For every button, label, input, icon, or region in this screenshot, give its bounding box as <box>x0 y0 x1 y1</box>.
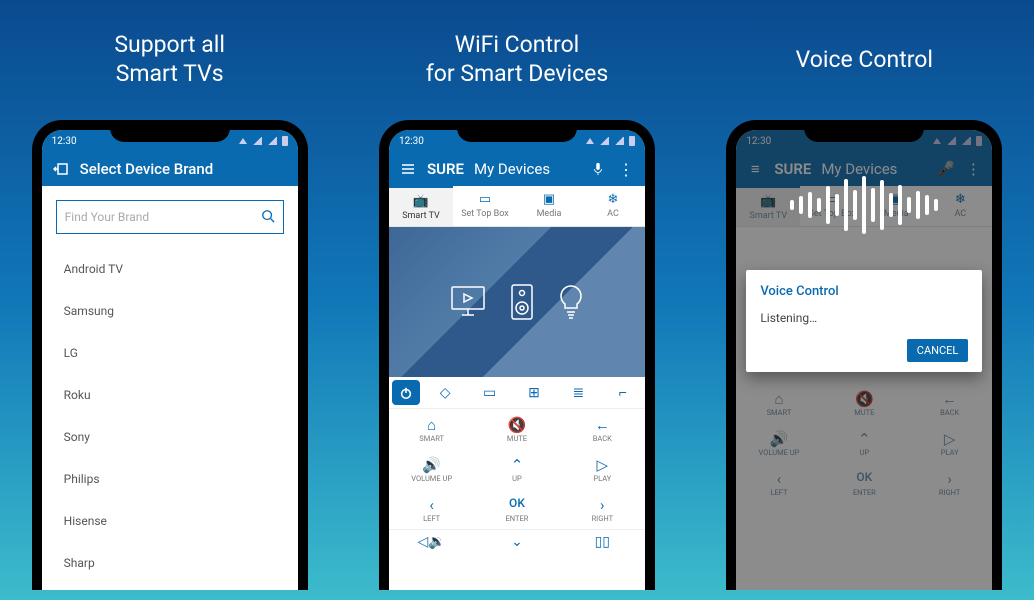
status-time: 12:30 <box>52 136 77 147</box>
brand-item[interactable]: Hisense <box>64 500 276 542</box>
back-icon[interactable] <box>52 160 70 178</box>
remote-left-button[interactable]: ‹LEFT <box>389 489 474 529</box>
brand-item[interactable]: Samsung <box>64 290 276 332</box>
panel2-caption: WiFi Control for Smart Devices <box>426 0 609 120</box>
cancel-button[interactable]: CANCEL <box>907 339 969 362</box>
dpad-icon[interactable]: ◇ <box>423 377 467 408</box>
remote-smart-button[interactable]: ⌂SMART <box>389 409 474 449</box>
remote-back-button[interactable]: ←BACK <box>560 409 645 449</box>
remote-up-button[interactable]: ⌃UP <box>474 449 559 489</box>
remote-right-button[interactable]: ›RIGHT <box>560 489 645 529</box>
dialog-title: Voice Control <box>760 284 968 299</box>
device-tab[interactable]: ▭Set Top Box <box>453 186 517 226</box>
panel3-caption: Voice Control <box>796 0 933 120</box>
status-bar: 12:30 <box>42 130 298 152</box>
control-row: ◇ ▭ ⊞ ≣ ⌐ <box>389 377 645 409</box>
vol-down-button[interactable]: ◁🔉 <box>389 530 474 554</box>
cast-icon[interactable]: ⌐ <box>601 377 645 408</box>
device-tab[interactable]: ▣Media <box>517 186 581 226</box>
voice-wave-icon <box>736 170 992 240</box>
panel1-caption: Support all Smart TVs <box>114 0 225 120</box>
phone-frame: 12:30 ≡ SURE My Devices 🎤 ⋮ 📺Smart TV▭Se… <box>726 120 1002 590</box>
hamburger-icon[interactable] <box>399 160 417 178</box>
dialog-status: Listening… <box>760 311 968 325</box>
pause-button[interactable]: ▯▯ <box>560 530 645 554</box>
status-bar: 12:30 <box>389 130 645 152</box>
brand-item[interactable]: LG <box>64 332 276 374</box>
more-icon[interactable]: ⋮ <box>617 160 635 178</box>
brand-item[interactable]: Philips <box>64 458 276 500</box>
search-placeholder: Find Your Brand <box>65 210 261 224</box>
device-tab[interactable]: 📺Smart TV <box>389 186 453 226</box>
speaker-icon <box>510 283 534 321</box>
header-title: My Devices <box>474 160 550 178</box>
hero-image <box>389 227 645 377</box>
remote-mute-button[interactable]: 🔇MUTE <box>474 409 559 449</box>
brand-item[interactable]: Sony <box>64 416 276 458</box>
brand-item[interactable]: Android TV <box>64 248 276 290</box>
voice-dialog: Voice Control Listening… CANCEL <box>746 270 982 372</box>
power-button[interactable] <box>392 380 420 405</box>
app-name: SURE <box>427 160 464 178</box>
brand-item[interactable]: Roku <box>64 374 276 416</box>
tv-icon <box>450 285 486 319</box>
search-icon <box>261 209 275 226</box>
appbar-title: Select Device Brand <box>80 160 214 178</box>
brand-item[interactable]: Sharp <box>64 542 276 584</box>
remote-volume-up-button[interactable]: 🔊VOLUME UP <box>389 449 474 489</box>
device-tab[interactable]: ❄AC <box>581 186 645 226</box>
list-icon[interactable]: ≣ <box>556 377 600 408</box>
status-time: 12:30 <box>399 136 424 147</box>
remote-play-button[interactable]: ▷PLAY <box>560 449 645 489</box>
grid-icon[interactable]: ⊞ <box>512 377 556 408</box>
keyboard-icon[interactable]: ▭ <box>467 377 511 408</box>
mic-icon[interactable] <box>589 160 607 178</box>
bottom-row: ◁🔉 ⌄ ▯▯ <box>389 529 645 554</box>
phone-frame: 12:30 SURE My Devices ⋮ 📺Smart TV▭Set To… <box>379 120 655 590</box>
phone-frame: 12:30 Select Device Brand Find Your Bran… <box>32 120 308 590</box>
remote-enter-button[interactable]: OKENTER <box>474 489 559 529</box>
down-button[interactable]: ⌄ <box>474 530 559 554</box>
search-input[interactable]: Find Your Brand <box>56 200 284 234</box>
bulb-icon <box>558 284 584 320</box>
